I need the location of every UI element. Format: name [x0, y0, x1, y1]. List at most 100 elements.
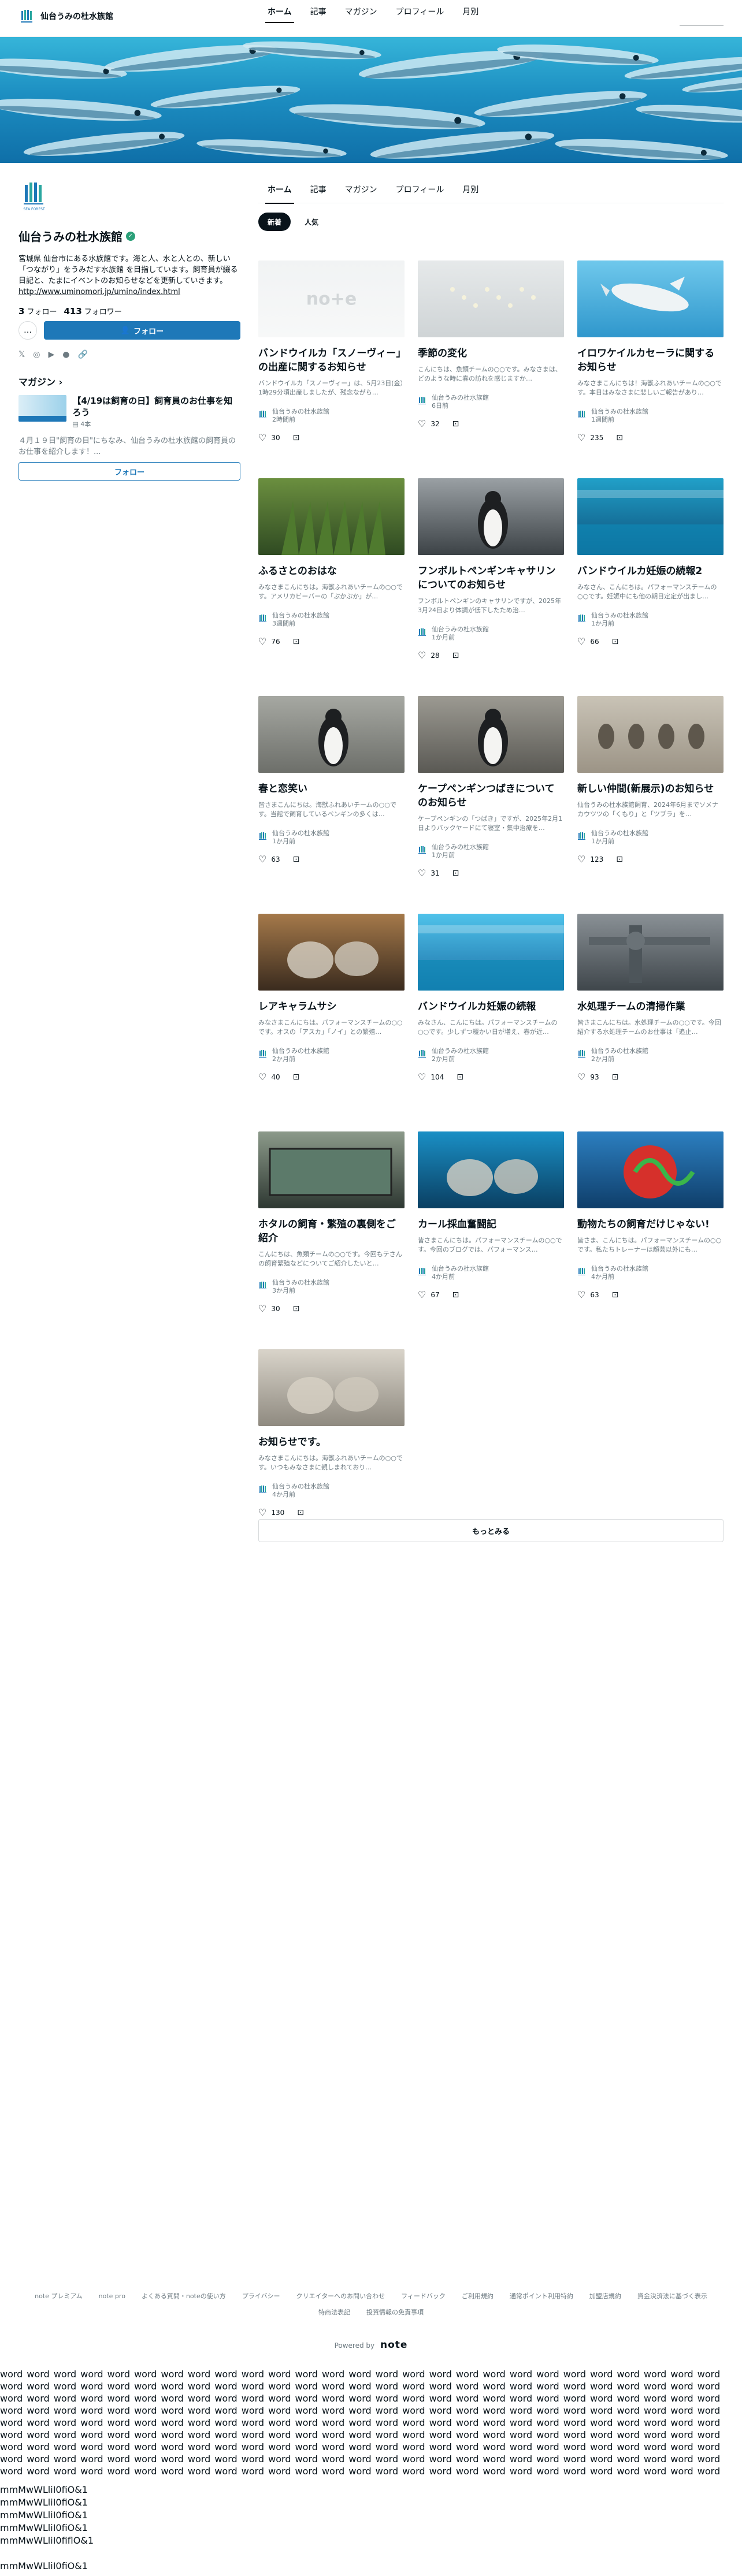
article-author[interactable]: 仙台うみの杜水族館 3週間前: [258, 612, 405, 628]
sort-newest[interactable]: 新着: [258, 213, 291, 231]
heart-icon[interactable]: ♡: [418, 868, 426, 878]
magazine-heading[interactable]: マガジン ›: [18, 374, 240, 388]
footer-link[interactable]: クリエイターへのお問い合わせ: [296, 2292, 385, 2300]
article-thumbnail[interactable]: [258, 696, 405, 773]
heart-icon[interactable]: ♡: [577, 636, 585, 647]
article-author[interactable]: 仙台うみの杜水族館 4か月前: [577, 1265, 724, 1281]
article-title[interactable]: イロワケイルカセーラに関するお知らせ: [577, 347, 724, 374]
article-author[interactable]: 仙台うみの杜水族館 4か月前: [418, 1265, 564, 1281]
heart-icon[interactable]: ♡: [418, 418, 426, 429]
article-author[interactable]: 仙台うみの杜水族館 3か月前: [258, 1279, 405, 1295]
footer-link[interactable]: 通常ポイント利用特約: [510, 2292, 573, 2300]
heart-icon[interactable]: ♡: [258, 1303, 266, 1314]
tab-profile[interactable]: プロフィール: [387, 178, 454, 203]
footer-link[interactable]: 資金決済法に基づく表示: [637, 2292, 707, 2300]
article-author[interactable]: 仙台うみの杜水族館 2か月前: [577, 1047, 724, 1063]
article-title[interactable]: カール採血奮闘記: [418, 1218, 564, 1231]
article-card[interactable]: no+e バンドウイルカ「スノーヴィー」の出産に関するお知らせ バンドウイルカ「スノ…: [258, 260, 405, 468]
bio-link[interactable]: http://www.uminomori.jp/umino/index.html: [18, 288, 180, 296]
instagram-icon[interactable]: ◎: [33, 350, 40, 359]
footer-link[interactable]: ご利用規約: [462, 2292, 494, 2300]
heart-icon[interactable]: ♡: [577, 1289, 585, 1300]
bookmark-icon[interactable]: ⊡: [612, 637, 619, 646]
article-title[interactable]: お知らせです。: [258, 1435, 405, 1449]
show-more-button[interactable]: もっとみる: [258, 1519, 724, 1542]
article-thumbnail[interactable]: no+e: [258, 260, 405, 337]
article-card[interactable]: ふるさとのおはな みなさまこんにちは。海獣ふれあいチームの○○です。アメリカビーバ…: [258, 478, 405, 686]
article-title[interactable]: 季節の変化: [418, 347, 564, 360]
bookmark-icon[interactable]: ⊡: [293, 637, 300, 646]
x-icon[interactable]: 𝕏: [18, 350, 25, 359]
tab-home[interactable]: ホーム: [258, 178, 301, 204]
article-title[interactable]: ホタルの飼育・繁殖の裏側をご紹介: [258, 1218, 405, 1245]
article-title[interactable]: 春と恋笑い: [258, 782, 405, 796]
article-thumbnail[interactable]: [418, 260, 564, 337]
article-thumbnail[interactable]: [577, 696, 724, 773]
heart-icon[interactable]: ♡: [577, 854, 585, 865]
footer-link[interactable]: note プレミアム: [35, 2292, 83, 2300]
article-thumbnail[interactable]: [577, 1131, 724, 1208]
footer-link[interactable]: プライバシー: [242, 2292, 280, 2300]
article-author[interactable]: 仙台うみの杜水族館 1か月前: [577, 612, 724, 628]
article-thumbnail[interactable]: [577, 478, 724, 555]
article-card[interactable]: 季節の変化 こんにちは、魚類チームの○○です。みなさまは、どのような時に春の訪れを…: [418, 260, 564, 468]
bookmark-icon[interactable]: ⊡: [616, 855, 623, 864]
article-thumbnail[interactable]: [418, 478, 564, 555]
bookmark-icon[interactable]: ⊡: [293, 855, 300, 864]
article-author[interactable]: 仙台うみの杜水族館 2時間前: [258, 408, 405, 424]
footer-link[interactable]: 特商法表記: [318, 2309, 350, 2316]
following-count[interactable]: 3: [18, 306, 24, 317]
tab-magazine[interactable]: マガジン: [336, 178, 387, 203]
article-card[interactable]: ホタルの飼育・繁殖の裏側をご紹介 こんにちは、魚類チームの○○です。今回もテさんの…: [258, 1131, 405, 1339]
heart-icon[interactable]: ♡: [418, 650, 426, 661]
article-card[interactable]: ケープペンギンつばきについてのお知らせ ケープペンギンの「つばき」ですが、2025…: [418, 696, 564, 904]
bookmark-icon[interactable]: ⊡: [452, 651, 459, 660]
article-thumbnail[interactable]: [258, 1349, 405, 1426]
follow-button[interactable]: 👤 フォロー: [44, 321, 240, 340]
article-card[interactable]: レアキャラムサシ みなさまこんにちは。パフォーマンスチームの○○です。オスの「アス…: [258, 914, 405, 1122]
heart-icon[interactable]: ♡: [258, 1507, 266, 1518]
heart-icon[interactable]: ♡: [577, 1071, 585, 1082]
article-thumbnail[interactable]: [258, 914, 405, 991]
tab-monthly[interactable]: 月別: [453, 178, 488, 203]
article-author[interactable]: 仙台うみの杜水族館 4か月前: [258, 1483, 405, 1499]
article-thumbnail[interactable]: [258, 1131, 405, 1208]
heart-icon[interactable]: ♡: [258, 854, 266, 865]
magazine-card[interactable]: 【4/19は飼育の日】飼育員のお仕事を知ろう ▤ 4本: [18, 395, 240, 429]
article-title[interactable]: 水処理チームの清掃作業: [577, 1000, 724, 1014]
article-thumbnail[interactable]: [577, 914, 724, 991]
link-icon[interactable]: 🔗: [78, 350, 88, 359]
bookmark-icon[interactable]: ⊡: [612, 1073, 619, 1082]
article-thumbnail[interactable]: [418, 914, 564, 991]
article-thumbnail[interactable]: [258, 478, 405, 555]
heart-icon[interactable]: ♡: [577, 432, 585, 443]
heart-icon[interactable]: ♡: [258, 636, 266, 647]
bookmark-icon[interactable]: ⊡: [457, 1073, 463, 1082]
nav-magazine[interactable]: マガジン: [336, 0, 387, 37]
article-title[interactable]: ケープペンギンつばきについてのお知らせ: [418, 782, 564, 810]
nav-home[interactable]: ホーム: [258, 0, 301, 37]
article-author[interactable]: 仙台うみの杜水族館 2か月前: [418, 1047, 564, 1063]
follower-count[interactable]: 413: [64, 306, 81, 317]
footer-link[interactable]: 加盟店規約: [589, 2292, 621, 2300]
article-title[interactable]: 新しい仲間(新展示)のお知らせ: [577, 782, 724, 796]
article-card[interactable]: フンボルトペンギンキャサリンについてのお知らせ フンボルトペンギンのキャサリンです…: [418, 478, 564, 686]
footer-link[interactable]: フィードバック: [401, 2292, 446, 2300]
nav-monthly[interactable]: 月別: [453, 0, 488, 37]
article-title[interactable]: バンドウイルカ「スノーヴィー」の出産に関するお知らせ: [258, 347, 405, 374]
heart-icon[interactable]: ♡: [418, 1071, 426, 1082]
magazine-follow-button[interactable]: フォロー: [18, 462, 240, 481]
bookmark-icon[interactable]: ⊡: [452, 419, 459, 429]
article-card[interactable]: イロワケイルカセーラに関するお知らせ みなさまこんにちは！海獣ふれあいチームの○○…: [577, 260, 724, 468]
bookmark-icon[interactable]: ⊡: [293, 1073, 300, 1082]
bookmark-icon[interactable]: ⊡: [452, 869, 459, 878]
heart-icon[interactable]: ♡: [258, 1071, 266, 1082]
article-author[interactable]: 仙台うみの杜水族館 6日前: [418, 394, 564, 410]
bookmark-icon[interactable]: ⊡: [452, 1290, 459, 1300]
bookmark-icon[interactable]: ⊡: [612, 1290, 619, 1300]
sort-popular[interactable]: 人気: [295, 213, 328, 231]
footer-link[interactable]: note pro: [99, 2292, 125, 2300]
line-icon[interactable]: ●: [62, 350, 69, 359]
article-author[interactable]: 仙台うみの杜水族館 1か月前: [418, 843, 564, 859]
brand[interactable]: 仙台うみの杜水族館: [18, 6, 113, 27]
